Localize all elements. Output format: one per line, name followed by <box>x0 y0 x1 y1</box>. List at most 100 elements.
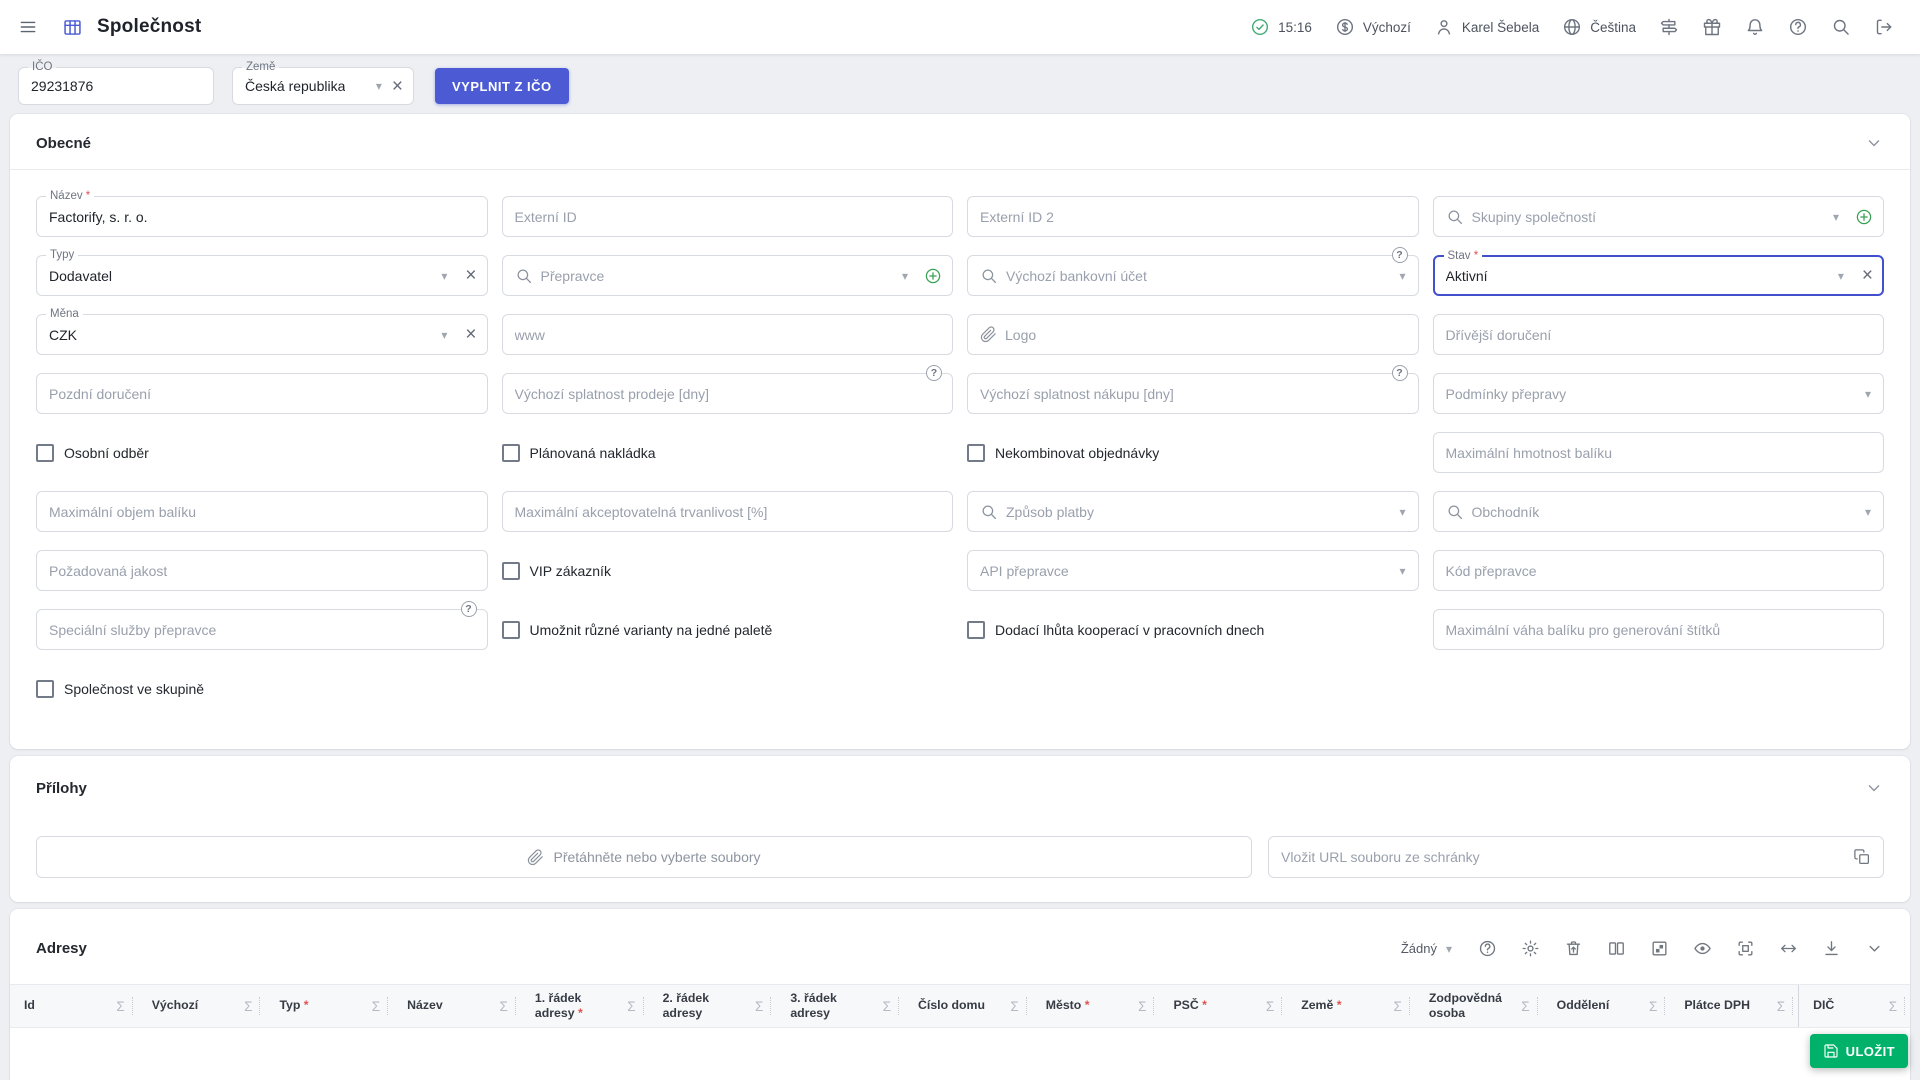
aggregate-icon[interactable]: Σ <box>1774 999 1788 1014</box>
spolecnost-ve-skupine-checkbox[interactable]: Společnost ve skupině <box>36 668 488 709</box>
dropdown-caret-icon[interactable]: ▾ <box>1397 565 1407 577</box>
column-resize-handle[interactable] <box>1537 997 1538 1015</box>
country-field[interactable]: Země Česká republika ▾ × <box>232 67 414 105</box>
download-icon[interactable] <box>1822 939 1841 958</box>
split-columns-icon[interactable] <box>1607 939 1626 958</box>
signpost-icon[interactable] <box>1659 17 1679 37</box>
collapse-chevron-icon[interactable] <box>1865 939 1884 958</box>
clear-icon[interactable]: × <box>392 77 403 96</box>
aggregate-icon[interactable]: Σ <box>1391 999 1405 1014</box>
column-header-cislo-domu[interactable]: Číslo domuΣ <box>904 985 1032 1027</box>
column-header-vychozi[interactable]: VýchozíΣ <box>138 985 266 1027</box>
checkbox-box[interactable] <box>502 562 520 580</box>
column-header-id[interactable]: IdΣ <box>10 985 138 1027</box>
column-header-nazev[interactable]: NázevΣ <box>393 985 521 1027</box>
clear-icon[interactable]: × <box>1862 266 1873 285</box>
pozadovana-jakost-field[interactable]: Požadovaná jakost <box>36 550 488 591</box>
specialni-sluzby-prepravce-field[interactable]: Speciální služby přepravce? <box>36 609 488 650</box>
sync-status[interactable]: 15:16 <box>1250 17 1312 37</box>
gift-icon[interactable] <box>1702 17 1722 37</box>
column-resize-handle[interactable] <box>1281 997 1282 1015</box>
dropdown-caret-icon[interactable]: ▾ <box>439 270 449 282</box>
www-field[interactable]: www <box>502 314 954 355</box>
fit-width-icon[interactable] <box>1779 939 1798 958</box>
add-icon[interactable] <box>1855 208 1873 226</box>
aggregate-icon[interactable]: Σ <box>1518 999 1532 1014</box>
maximalni-akceptovatelna-trvanlivost-field[interactable]: Maximální akceptovatelná trvanlivost [%] <box>502 491 954 532</box>
column-header-zodpovedna-osoba[interactable]: Zodpovědná osobaΣ <box>1415 985 1543 1027</box>
field-help-icon[interactable]: ? <box>1392 247 1408 263</box>
checkbox-box[interactable] <box>502 621 520 639</box>
help-icon[interactable] <box>1478 939 1497 958</box>
column-resize-handle[interactable] <box>387 997 388 1015</box>
column-header-radek3[interactable]: 3. řádek adresyΣ <box>776 985 904 1027</box>
menu-icon[interactable] <box>18 17 38 37</box>
column-header-typ[interactable]: Typ *Σ <box>265 985 393 1027</box>
column-resize-handle[interactable] <box>1153 997 1154 1015</box>
nazev-field[interactable]: Název *Factorify, s. r. o. <box>36 196 488 237</box>
column-resize-handle[interactable] <box>132 997 133 1015</box>
dropdown-caret-icon[interactable]: ▾ <box>439 329 449 341</box>
nekombinovat-objednavky-checkbox[interactable]: Nekombinovat objednávky <box>967 432 1419 473</box>
group-by-dropdown[interactable]: Žádný ▾ <box>1401 941 1454 956</box>
field-help-icon[interactable]: ? <box>461 601 477 617</box>
pozdni-doruceni-field[interactable]: Pozdní doručení <box>36 373 488 414</box>
checkbox-box[interactable] <box>967 621 985 639</box>
column-resize-handle[interactable] <box>515 997 516 1015</box>
search-icon[interactable] <box>1831 17 1851 37</box>
dropdown-caret-icon[interactable]: ▾ <box>374 80 384 92</box>
focus-area-icon[interactable] <box>1736 939 1755 958</box>
ico-field[interactable]: IČO 29231876 <box>18 67 214 105</box>
aggregate-icon[interactable]: Σ <box>1263 999 1277 1014</box>
zpusob-platby-field[interactable]: Způsob platby▾ <box>967 491 1419 532</box>
aggregate-icon[interactable]: Σ <box>752 999 766 1014</box>
externi-id-field[interactable]: Externí ID <box>502 196 954 237</box>
paste-from-clipboard-icon[interactable] <box>1853 848 1871 866</box>
aggregate-icon[interactable]: Σ <box>1007 999 1021 1014</box>
aggregate-icon[interactable]: Σ <box>113 999 127 1014</box>
api-prepravce-field[interactable]: API přepravce▾ <box>967 550 1419 591</box>
vychozi-splatnost-prodeje-field[interactable]: Výchozí splatnost prodeje [dny]? <box>502 373 954 414</box>
checkbox-box[interactable] <box>36 680 54 698</box>
column-resize-handle[interactable] <box>1664 997 1665 1015</box>
osobni-odber-checkbox[interactable]: Osobní odběr <box>36 432 488 473</box>
column-header-oddeleni[interactable]: OdděleníΣ <box>1543 985 1671 1027</box>
obchodnik-field[interactable]: Obchodník▾ <box>1433 491 1885 532</box>
collapse-chevron-icon[interactable] <box>1864 133 1884 153</box>
column-header-radek2[interactable]: 2. řádek adresyΣ <box>649 985 777 1027</box>
column-resize-handle[interactable] <box>1792 997 1793 1015</box>
aggregate-icon[interactable]: Σ <box>369 999 383 1014</box>
aggregate-icon[interactable]: Σ <box>1135 999 1149 1014</box>
checkbox-box[interactable] <box>36 444 54 462</box>
checkbox-box[interactable] <box>502 444 520 462</box>
column-header-zeme[interactable]: Země *Σ <box>1287 985 1415 1027</box>
user-menu[interactable]: Karel Šebela <box>1434 17 1539 37</box>
prepravce-field[interactable]: Přepravce▾ <box>502 255 954 296</box>
dodaci-lhuta-kooperaci-checkbox[interactable]: Dodací lhůta kooperací v pracovních dnec… <box>967 609 1419 650</box>
aggregate-icon[interactable]: Σ <box>624 999 638 1014</box>
visibility-icon[interactable] <box>1693 939 1712 958</box>
settings-icon[interactable] <box>1521 939 1540 958</box>
column-resize-handle[interactable] <box>643 997 644 1015</box>
field-help-icon[interactable]: ? <box>926 365 942 381</box>
logout-icon[interactable] <box>1874 17 1894 37</box>
vip-zakaznik-checkbox[interactable]: VIP zákazník <box>502 550 954 591</box>
dropdown-caret-icon[interactable]: ▾ <box>1836 270 1846 282</box>
dropdown-caret-icon[interactable]: ▾ <box>900 270 910 282</box>
help-icon[interactable] <box>1788 17 1808 37</box>
dropdown-caret-icon[interactable]: ▾ <box>1397 506 1407 518</box>
clear-icon[interactable]: × <box>465 266 476 285</box>
drivejsi-doruceni-field[interactable]: Dřívější doručení <box>1433 314 1885 355</box>
dropdown-caret-icon[interactable]: ▾ <box>1397 270 1407 282</box>
column-header-dic[interactable]: DIČΣ <box>1798 985 1910 1027</box>
dropdown-caret-icon[interactable]: ▾ <box>1863 506 1873 518</box>
fill-from-ico-button[interactable]: VYPLNIT Z IČO <box>435 68 569 104</box>
mena-field[interactable]: MěnaCZK▾× <box>36 314 488 355</box>
column-resize-handle[interactable] <box>770 997 771 1015</box>
umoznit-ruzne-varianty-checkbox[interactable]: Umožnit různé varianty na jedné paletě <box>502 609 954 650</box>
aggregate-icon[interactable]: Σ <box>880 999 894 1014</box>
column-header-radek1[interactable]: 1. řádek adresy *Σ <box>521 985 649 1027</box>
column-resize-handle[interactable] <box>1026 997 1027 1015</box>
podminky-prepravy-field[interactable]: Podmínky přepravy▾ <box>1433 373 1885 414</box>
save-button[interactable]: ULOŽIT <box>1810 1034 1908 1068</box>
